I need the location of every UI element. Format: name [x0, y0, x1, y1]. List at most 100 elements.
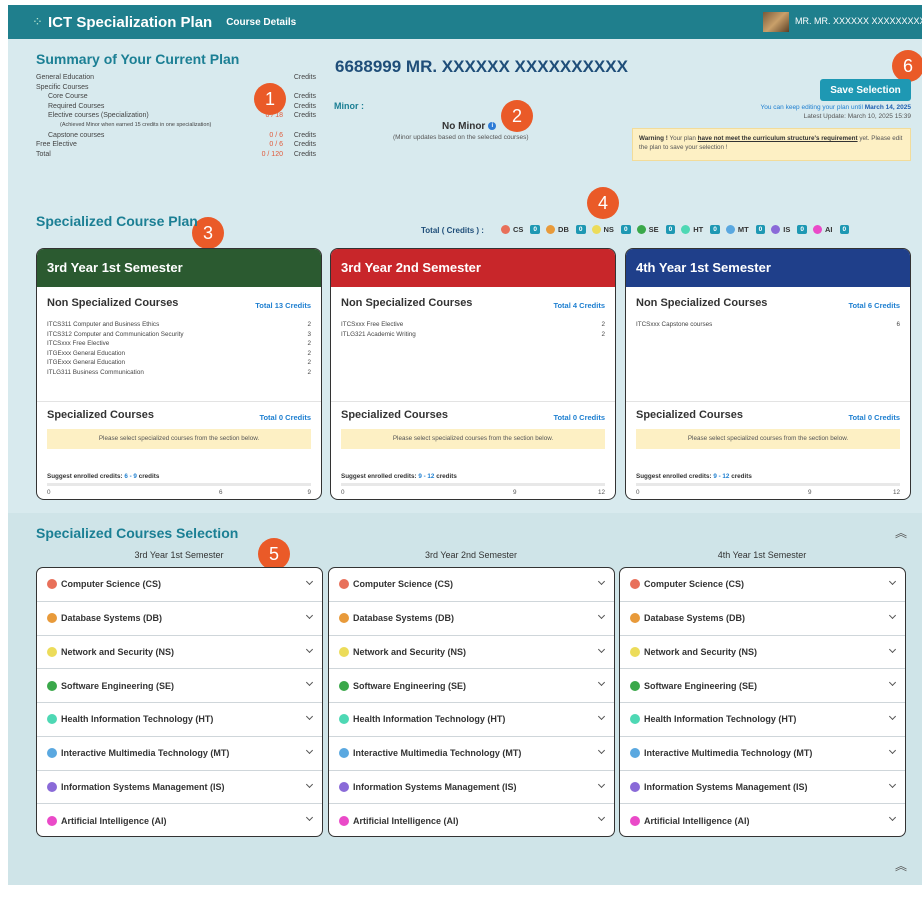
- specialization-accordion[interactable]: Software Engineering (SE): [620, 669, 905, 703]
- specialization-accordion[interactable]: Computer Science (CS): [620, 568, 905, 602]
- course-credits: 2: [307, 321, 311, 328]
- specialization-accordion[interactable]: Information Systems Management (IS): [329, 771, 614, 805]
- specialization-accordion[interactable]: Database Systems (DB): [620, 602, 905, 636]
- color-dot-icon: [630, 680, 640, 691]
- specialization-accordion[interactable]: Network and Security (NS): [620, 636, 905, 670]
- minor-value-text: No Minor: [442, 121, 486, 132]
- specialization-accordion[interactable]: Network and Security (NS): [37, 636, 322, 670]
- credit-pill-mt: MT 0: [725, 225, 766, 234]
- course-name: ITCSxxx Capstone courses: [636, 321, 713, 328]
- chevron-down-icon[interactable]: [597, 746, 606, 754]
- chevron-down-icon[interactable]: [305, 645, 314, 653]
- pill-code: AI: [825, 225, 833, 234]
- specialization-accordion[interactable]: Network and Security (NS): [329, 636, 614, 670]
- chevron-down-icon[interactable]: [305, 577, 314, 586]
- app-logo-icon: ⁘: [32, 14, 43, 29]
- course-name: ITLG321 Academic Writing: [341, 330, 416, 338]
- specialization-list: Computer Science (CS) Database Systems (D…: [328, 567, 615, 837]
- specialization-accordion[interactable]: Interactive Multimedia Technology (MT): [329, 737, 614, 771]
- summary-label: Specific Courses: [36, 83, 89, 91]
- color-dot-icon: [546, 225, 556, 234]
- summary-label: Total: [36, 150, 51, 158]
- summary-unit: Credits: [293, 131, 316, 139]
- specialization-accordion[interactable]: Artificial Intelligence (AI): [620, 804, 905, 836]
- specialization-label: Network and Security (NS): [61, 646, 175, 657]
- suggested-value: 9 - 12: [713, 473, 730, 480]
- specialization-accordion[interactable]: Information Systems Management (IS): [37, 771, 322, 805]
- chevron-down-icon[interactable]: [888, 577, 897, 586]
- chevron-down-icon[interactable]: [597, 679, 606, 687]
- app-title[interactable]: ICT Specialization Plan: [48, 14, 212, 31]
- selection-column-title: 4th Year 1st Semester: [717, 550, 807, 560]
- summary-title: Summary of Your Current Plan: [36, 51, 240, 67]
- chevron-down-icon[interactable]: [305, 780, 314, 788]
- course-credits: 2: [307, 340, 311, 348]
- double-chevron-up-icon[interactable]: ︽: [895, 524, 907, 541]
- specialization-accordion[interactable]: Interactive Multimedia Technology (MT): [620, 737, 905, 771]
- save-selection-button[interactable]: Save Selection: [820, 79, 911, 101]
- specialization-accordion[interactable]: Health Information Technology (HT): [37, 703, 322, 737]
- credit-pill-is: IS 0: [771, 225, 808, 234]
- course-name: ITCS311 Computer and Business Ethics: [47, 321, 160, 328]
- chevron-down-icon[interactable]: [888, 679, 897, 687]
- summary-label: Core Course: [48, 93, 88, 101]
- chevron-down-icon[interactable]: [597, 611, 606, 619]
- specialization-accordion[interactable]: Artificial Intelligence (AI): [37, 804, 322, 836]
- specialization-accordion[interactable]: Artificial Intelligence (AI): [329, 804, 614, 836]
- user-name[interactable]: MR. MR. XXXXXX XXXXXXXXXX: [795, 16, 922, 26]
- specialization-accordion[interactable]: Interactive Multimedia Technology (MT): [37, 737, 322, 771]
- color-dot-icon: [339, 680, 349, 691]
- warning-link[interactable]: have not meet the curriculum structure's…: [698, 135, 858, 142]
- chevron-down-icon[interactable]: [597, 645, 606, 653]
- chevron-down-icon[interactable]: [888, 746, 897, 754]
- avatar[interactable]: [763, 12, 789, 32]
- summary-unit: [286, 121, 316, 131]
- specialization-accordion[interactable]: Database Systems (DB): [37, 602, 322, 636]
- summary-value: 0 / 6: [269, 141, 283, 149]
- edit-deadline-text: You can keep editing your plan until: [760, 104, 863, 111]
- chevron-down-icon[interactable]: [305, 712, 314, 721]
- specialization-list: Computer Science (CS) Database Systems (D…: [619, 567, 906, 837]
- chevron-down-icon[interactable]: [597, 712, 606, 721]
- scale-max: 12: [892, 489, 900, 496]
- course-name: ITGExxx General Education: [47, 359, 126, 367]
- suggested-unit: credits: [436, 473, 457, 480]
- suggested-label: Suggest enrolled credits:: [636, 473, 712, 480]
- suggested-unit: credits: [731, 473, 752, 480]
- chevron-down-icon[interactable]: [597, 814, 606, 822]
- chevron-down-icon[interactable]: [888, 645, 897, 653]
- chevron-down-icon[interactable]: [888, 611, 897, 619]
- suggested-unit: credits: [138, 473, 160, 480]
- course-row: ITGExxx General Education 2: [47, 359, 311, 366]
- chevron-down-icon[interactable]: [597, 780, 606, 788]
- specialization-accordion[interactable]: Health Information Technology (HT): [329, 703, 614, 737]
- specialization-label: Computer Science (CS): [61, 579, 162, 590]
- specialized-total: Total 0 Credits: [259, 413, 311, 422]
- chevron-down-icon[interactable]: [305, 814, 314, 822]
- credit-progress-bar: [636, 483, 900, 486]
- chevron-down-icon[interactable]: [597, 577, 606, 586]
- specialization-accordion[interactable]: Database Systems (DB): [329, 602, 614, 636]
- double-chevron-up-icon[interactable]: ︽: [895, 857, 907, 874]
- specialization-accordion[interactable]: Software Engineering (SE): [37, 669, 322, 703]
- chevron-down-icon[interactable]: [888, 712, 897, 721]
- summary-row: General Education Credits: [36, 73, 316, 83]
- breadcrumb[interactable]: Course Details: [226, 17, 296, 28]
- specialization-accordion[interactable]: Computer Science (CS): [37, 568, 322, 602]
- color-dot-icon: [725, 225, 735, 234]
- chevron-down-icon[interactable]: [888, 814, 897, 822]
- chevron-down-icon[interactable]: [888, 780, 897, 788]
- chevron-down-icon[interactable]: [305, 679, 314, 687]
- course-credits: 3: [307, 330, 311, 338]
- chevron-down-icon[interactable]: [305, 611, 314, 619]
- specialization-accordion[interactable]: Information Systems Management (IS): [620, 771, 905, 805]
- specialization-accordion[interactable]: Health Information Technology (HT): [620, 703, 905, 737]
- specialization-accordion[interactable]: Software Engineering (SE): [329, 669, 614, 703]
- info-icon[interactable]: i: [488, 122, 497, 131]
- suggested-value: 9 - 12: [418, 473, 435, 480]
- pill-code: NS: [603, 225, 614, 234]
- credit-pill-ai: AI 0: [813, 225, 850, 234]
- specialization-accordion[interactable]: Computer Science (CS): [329, 568, 614, 602]
- credit-pill-ht: HT 0: [681, 225, 720, 234]
- chevron-down-icon[interactable]: [305, 746, 314, 754]
